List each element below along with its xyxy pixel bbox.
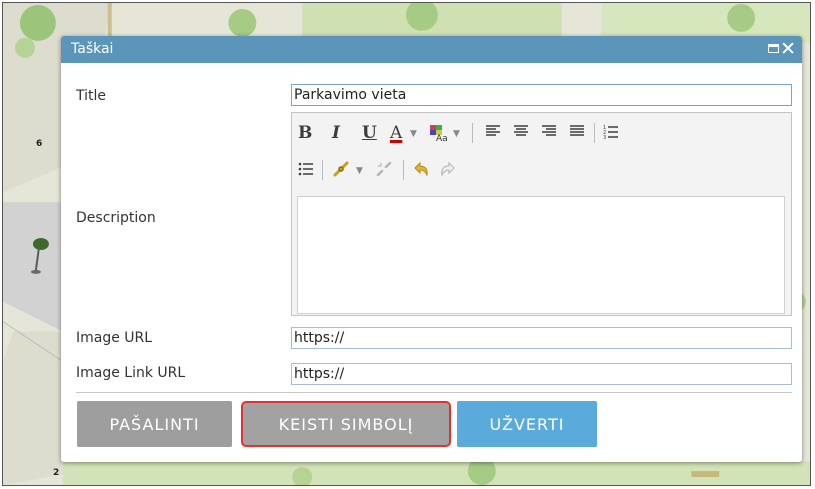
image-link-url-input[interactable]	[291, 363, 792, 385]
feature-edit-dialog: Taškai ✕ Title Description B I U A ▼ Aa …	[61, 36, 802, 462]
unlink-icon[interactable]	[375, 160, 393, 183]
font-color-icon[interactable]: A	[390, 123, 402, 143]
toolbar-divider	[322, 160, 323, 180]
close-icon[interactable]: ✕	[780, 37, 796, 61]
title-input[interactable]	[291, 84, 792, 106]
bold-icon[interactable]: B	[298, 123, 312, 143]
toolbar-divider	[472, 123, 473, 143]
highlight-dropdown-icon[interactable]: ▼	[453, 129, 460, 139]
link-dropdown-icon[interactable]: ▼	[356, 166, 363, 176]
description-rich-text-editor: B I U A ▼ Aa ▼ 123 ▼	[291, 112, 792, 316]
highlight-color-icon[interactable]: Aa	[428, 123, 448, 144]
align-right-icon[interactable]	[541, 123, 557, 144]
dialog-title: Taškai	[71, 41, 114, 57]
redo-icon[interactable]	[439, 160, 457, 183]
map-label: 6	[36, 139, 43, 149]
toolbar-divider	[594, 123, 595, 143]
svg-text:3: 3	[603, 135, 606, 139]
numbered-list-icon[interactable]: 123	[603, 123, 619, 144]
svg-text:Aa: Aa	[436, 134, 448, 143]
align-center-icon[interactable]	[513, 123, 529, 144]
justify-icon[interactable]	[569, 123, 585, 144]
image-url-label: Image URL	[76, 330, 153, 346]
font-color-dropdown-icon[interactable]: ▼	[410, 129, 417, 139]
toolbar-divider	[403, 160, 404, 180]
bulleted-list-icon[interactable]	[298, 160, 314, 181]
align-left-icon[interactable]	[485, 123, 501, 144]
map-label: 2	[53, 468, 60, 478]
undo-icon[interactable]	[412, 160, 430, 183]
change-symbol-button[interactable]: KEISTI SIMBOLĮ	[241, 401, 451, 447]
title-label: Title	[76, 88, 107, 104]
footer-divider	[76, 392, 792, 393]
dialog-title-bar[interactable]: Taškai ✕	[61, 36, 802, 63]
italic-icon[interactable]: I	[332, 123, 340, 143]
description-text-area[interactable]	[297, 196, 785, 314]
maximize-icon[interactable]	[768, 44, 779, 53]
close-dialog-button[interactable]: UŽVERTI	[457, 401, 597, 447]
image-url-input[interactable]	[291, 327, 792, 349]
delete-button[interactable]: PAŠALINTI	[77, 401, 232, 447]
link-icon[interactable]	[332, 160, 350, 183]
image-link-url-label: Image Link URL	[76, 365, 186, 381]
underline-icon[interactable]: U	[362, 123, 377, 143]
description-label: Description	[76, 210, 156, 226]
